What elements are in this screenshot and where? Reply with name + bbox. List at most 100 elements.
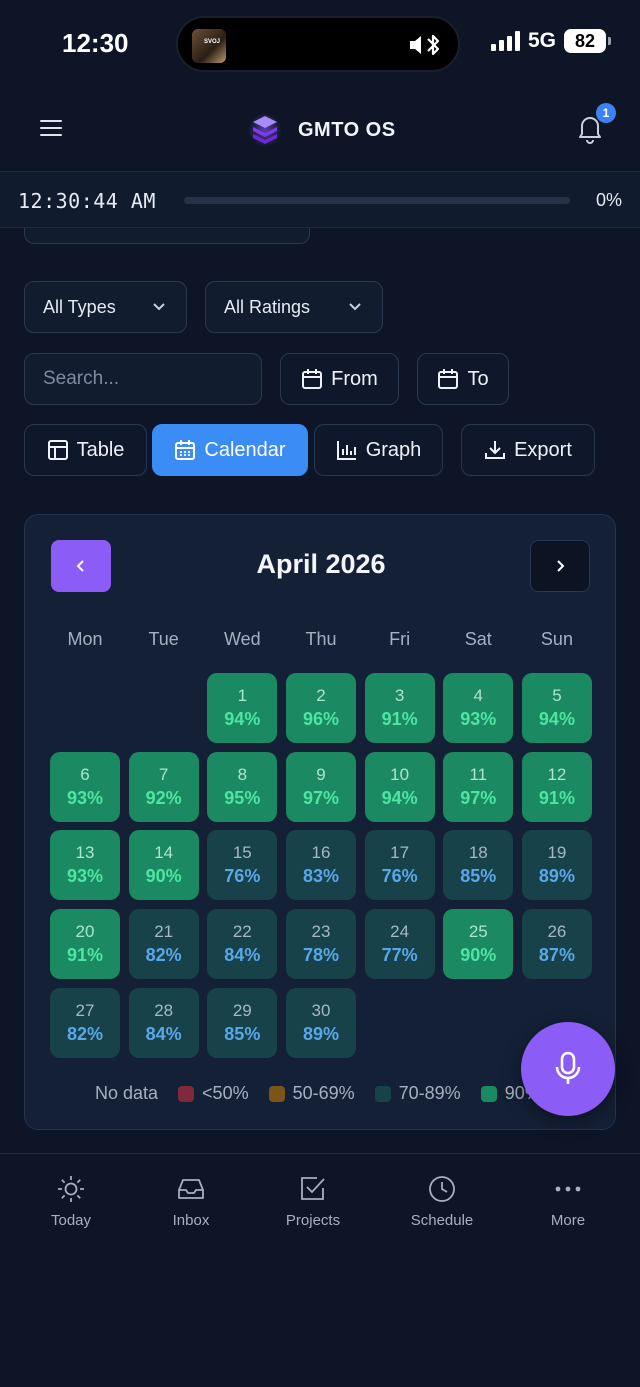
day-number: 7 <box>158 764 169 784</box>
calendar-day-cell[interactable]: 27 82% <box>50 987 120 1058</box>
calendar-day-cell[interactable]: 9 97% <box>285 751 356 822</box>
graph-view-button[interactable]: Graph <box>314 424 443 476</box>
day-number: 4 <box>473 686 484 705</box>
day-number: 9 <box>316 764 326 784</box>
timer-bar: 12:30:44 AM 0% <box>0 172 640 228</box>
weekday-label: Mon <box>67 629 103 649</box>
weekday-label: Fri <box>389 629 411 649</box>
calendar-day-cell[interactable]: 10 94% <box>364 751 435 822</box>
calendar-day-cell[interactable]: 12 91% <box>521 751 592 822</box>
day-number: 23 <box>311 922 331 942</box>
day-score: 78% <box>302 945 339 966</box>
calendar-card: April 2026 Mon Tue Wed Thu Fri Sat Sun 1 94% 2 96… <box>24 514 616 1130</box>
day-score: 90% <box>145 866 182 887</box>
day-number: 20 <box>75 922 95 942</box>
legend-swatch <box>480 1085 497 1102</box>
day-number: 21 <box>154 922 174 942</box>
table-icon <box>47 440 68 460</box>
day-score: 84% <box>224 945 261 966</box>
signal-icon <box>490 31 520 51</box>
day-score: 96% <box>302 709 339 729</box>
calendar-day-cell[interactable]: 6 93% <box>50 751 120 822</box>
calendar-empty-cell <box>129 673 199 743</box>
calendar-day-cell[interactable]: 16 83% <box>285 830 356 901</box>
calendar-day-cell[interactable]: 17 76% <box>364 830 435 901</box>
calendar-day-cell[interactable]: 21 82% <box>128 909 199 980</box>
day-number: 8 <box>237 764 248 784</box>
calendar-day-cell[interactable]: 23 78% <box>285 909 356 980</box>
nav-label-inbox: Inbox <box>172 1212 210 1229</box>
calendar-day-cell[interactable]: 24 77% <box>364 909 435 980</box>
calendar-day-cell[interactable]: 1 94% <box>207 673 278 743</box>
app-logo-icon <box>248 113 282 147</box>
day-number: 3 <box>394 686 405 705</box>
calendar-day-cell[interactable]: 20 91% <box>50 909 120 980</box>
calendar-day-cell[interactable]: 15 76% <box>207 830 278 901</box>
app-header: GMTO OS 1 <box>0 90 640 172</box>
calendar-day-cell[interactable]: 26 87% <box>521 909 592 980</box>
calendar-day-cell[interactable]: 30 89% <box>285 987 356 1058</box>
day-number: 29 <box>232 1000 252 1020</box>
calendar-day-cell[interactable]: 13 93% <box>50 830 120 901</box>
calendar-day-cell[interactable]: 3 91% <box>364 673 435 743</box>
table-view-button[interactable]: Table <box>24 424 147 476</box>
type-filter-select[interactable]: All Types <box>24 281 187 333</box>
rating-filter-select[interactable]: All Ratings <box>205 281 383 333</box>
weekday-label: Sat <box>464 629 492 649</box>
day-number: 11 <box>469 764 488 784</box>
nav-item-projects[interactable]: Projects <box>258 1174 368 1229</box>
day-score: 76% <box>381 866 418 887</box>
calendar-icon <box>302 369 323 389</box>
network-type: 5G <box>527 29 556 52</box>
nav-item-schedule[interactable]: Schedule <box>387 1174 497 1229</box>
nav-item-today[interactable]: Today <box>16 1174 126 1229</box>
calendar-day-cell[interactable]: 25 90% <box>443 909 514 980</box>
app-title: GMTO OS <box>298 118 396 141</box>
day-number: 24 <box>390 922 410 942</box>
next-month-button[interactable] <box>530 540 590 592</box>
from-date-button[interactable]: From <box>280 353 399 405</box>
type-filter-value: All Types <box>43 296 116 317</box>
search-input[interactable] <box>24 353 262 405</box>
day-number: 28 <box>154 1000 174 1020</box>
clock-icon <box>429 1176 455 1202</box>
bar-chart-icon <box>336 441 356 460</box>
day-number: 26 <box>547 922 567 942</box>
voice-input-button[interactable] <box>521 1022 615 1116</box>
rating-filter-value: All Ratings <box>224 296 311 317</box>
calendar-day-cell[interactable]: 18 85% <box>443 830 514 901</box>
nav-item-inbox[interactable]: Inbox <box>136 1174 246 1229</box>
calendar-day-cell[interactable]: 8 95% <box>207 751 278 822</box>
hamburger-menu-icon[interactable] <box>40 120 62 138</box>
calendar-grid: 1 94% 2 96% 3 91% 4 93% 5 94% 6 93% 7 92% 8 95% 9 97% 10 94… <box>50 673 592 1058</box>
calendar-day-cell[interactable]: 4 93% <box>443 673 514 743</box>
day-number: 17 <box>390 843 410 863</box>
calendar-day-cell[interactable]: 2 96% <box>285 673 356 743</box>
microphone-icon <box>555 1051 581 1084</box>
chevron-right-icon <box>557 560 565 572</box>
day-score: 94% <box>224 709 261 729</box>
notification-badge: 1 <box>596 103 616 123</box>
dynamic-island[interactable]: SVOJ <box>176 16 460 72</box>
calendar-day-cell[interactable]: 29 85% <box>207 987 278 1058</box>
day-number: 15 <box>232 843 252 863</box>
calendar-day-cell[interactable]: 11 97% <box>443 751 514 822</box>
partially-hidden-field[interactable] <box>24 228 310 244</box>
nav-item-more[interactable]: More <box>513 1174 623 1229</box>
chevron-down-icon <box>153 303 165 311</box>
day-score: 97% <box>460 787 497 808</box>
calendar-icon <box>438 369 459 389</box>
day-score: 95% <box>224 787 261 808</box>
export-button[interactable]: Export <box>461 424 595 476</box>
calendar-day-cell[interactable]: 5 94% <box>521 673 592 743</box>
calendar-day-cell[interactable]: 28 84% <box>128 987 199 1058</box>
status-bar: 12:30 SVOJ 5G 82 <box>0 0 640 90</box>
to-date-button[interactable]: To <box>417 353 509 405</box>
calendar-day-cell[interactable]: 19 89% <box>521 830 592 901</box>
legend-no-data: No data <box>95 1083 159 1103</box>
calendar-view-button[interactable]: Calendar <box>152 424 308 476</box>
calendar-day-cell[interactable]: 7 92% <box>128 751 199 822</box>
calendar-day-cell[interactable]: 22 84% <box>207 909 278 980</box>
calendar-day-cell[interactable]: 14 90% <box>128 830 199 901</box>
day-number: 2 <box>316 686 326 705</box>
